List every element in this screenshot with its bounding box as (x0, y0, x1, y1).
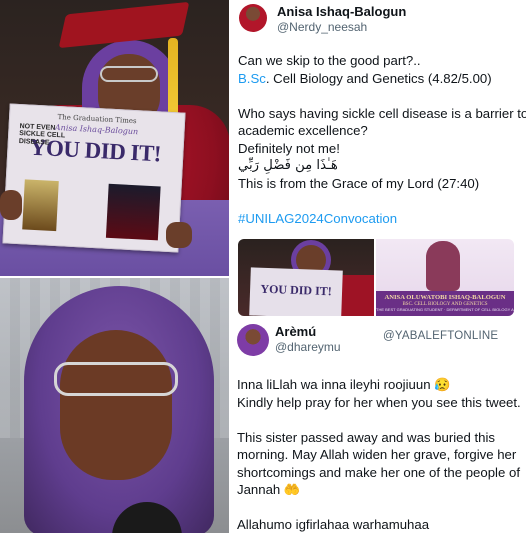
tweet-line: This is from the Grace of my Lord (27:40… (238, 175, 480, 191)
tweet-line: Jannah 🤲 (237, 482, 301, 497)
newspaper: The Graduation Times NOT EVEN SICKLE CEL… (2, 103, 186, 253)
graduation-photo[interactable]: The Graduation Times NOT EVEN SICKLE CEL… (0, 0, 229, 276)
avatar[interactable] (237, 324, 269, 356)
author-handle[interactable]: @dhareymu (275, 340, 341, 354)
newspaper: YOU DID IT! (249, 267, 343, 316)
glasses (54, 362, 178, 396)
tweet-card[interactable]: Anisa Ishaq-Balogun @Nerdy_neesah Can we… (229, 0, 526, 238)
hand (0, 190, 22, 220)
tweet-line: This sister passed away and was buried t… (237, 429, 496, 445)
glasses (100, 66, 158, 82)
banner-small: THE BEST GRADUATING STUDENT · DEPARTMENT… (376, 307, 514, 312)
graduate-figure (426, 241, 460, 291)
author-name[interactable]: Anisa Ishaq-Balogun (277, 4, 406, 19)
tweet-line: morning. May Allah widen her grave, forg… (237, 447, 517, 462)
newspaper-subhead: NOT EVEN SICKLE CELL DISEASE (18, 123, 66, 147)
newspaper-photo (22, 179, 59, 232)
cap-tassel (168, 38, 178, 116)
tweet-card[interactable]: Arèmú @dhareymu @YABALEFTONLINE Inna liL… (229, 318, 526, 533)
newspaper-photo (105, 183, 161, 241)
tweet-text: Can we skip to the good part?.. B.Sc. Ce… (238, 52, 526, 228)
tweet-line: Inna liLlah wa inna ileyhi roojiuun 😥 (237, 377, 451, 392)
watermark: @YABALEFTONLINE (383, 330, 499, 342)
hashtag-link[interactable]: #UNILAG2024Convocation (238, 210, 523, 228)
face (60, 330, 172, 480)
tweet-line: B.Sc. Cell Biology and Genetics (4.82/5.… (238, 70, 523, 88)
media-thumbnail[interactable]: ANISA OLUWATOBI ISHAQ-BALOGUN BSC. CELL … (376, 239, 514, 316)
tweet-line: academic excellence? (238, 123, 368, 138)
tweet-line: Can we skip to the good part?.. (238, 53, 421, 68)
newspaper-headline: YOU DID IT! (260, 281, 332, 299)
interview-photo[interactable] (0, 278, 229, 533)
tweet-line: Kindly help pray for her when you see th… (237, 394, 521, 410)
author-handle[interactable]: @Nerdy_neesah (277, 20, 367, 34)
tweet-text: Inna liLlah wa inna ileyhi roojiuun 😥 Ki… (237, 376, 522, 533)
hand (166, 222, 192, 248)
tweet-line: Allahumo igfirlahaa warhamuhaa (237, 517, 430, 532)
tweet-line-text: . Cell Biology and Genetics (4.82/5.00) (265, 70, 492, 86)
tweet-line: Definitely not me! (238, 140, 340, 156)
graduate-banner: ANISA OLUWATOBI ISHAQ-BALOGUN BSC. CELL … (376, 291, 514, 316)
tweet-line: Who says having sickle cell disease is a… (238, 105, 526, 121)
author-name[interactable]: Arèmú (275, 324, 316, 339)
media-thumbnail[interactable]: YOU DID IT! (238, 239, 374, 316)
tweet-line: shortcomings and make her one of the peo… (237, 464, 520, 480)
avatar[interactable] (239, 4, 267, 32)
banner-name: ANISA OLUWATOBI ISHAQ-BALOGUN (384, 294, 506, 301)
tweet-link[interactable]: B.Sc (238, 71, 266, 86)
tweet-line-arabic: هَـٰذَا مِن فَضْلِ رَبِّي (238, 158, 338, 173)
